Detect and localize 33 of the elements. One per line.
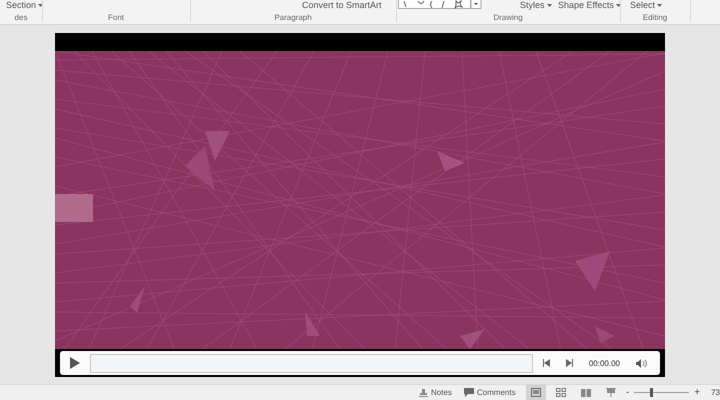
- group-label: Editing: [642, 13, 668, 23]
- progress-track[interactable]: [90, 354, 533, 372]
- caret-icon: [546, 4, 552, 8]
- step-back-icon: [542, 359, 551, 367]
- projector-icon: [606, 388, 616, 397]
- step-forward-icon: [564, 359, 573, 367]
- dropdown-button[interactable]: Section: [4, 0, 46, 11]
- comment-icon: [464, 388, 474, 397]
- play-icon: [70, 357, 80, 369]
- ribbon-button[interactable]: Convert to SmartArt: [300, 0, 384, 11]
- caret-icon: [657, 4, 662, 8]
- group-label: Drawing: [492, 13, 524, 23]
- dropdown-button[interactable]: Select: [628, 0, 664, 11]
- caret-icon: [616, 4, 621, 8]
- group-label: Font: [106, 13, 125, 23]
- dropdown-button[interactable]: Shape Effects: [556, 0, 623, 11]
- speaker-icon: [636, 358, 648, 368]
- caret-icon: [38, 4, 44, 8]
- zoom-out-button[interactable]: -: [623, 387, 632, 398]
- zoom-level: 73: [711, 388, 720, 397]
- notes-button[interactable]: Notes: [414, 388, 457, 397]
- time-readout: 00:00.00: [588, 358, 620, 368]
- dropdown-button[interactable]: Styles: [518, 0, 554, 11]
- view-button[interactable]: [526, 385, 546, 400]
- book-icon: [580, 388, 591, 397]
- group-label: Paragraph: [273, 13, 313, 23]
- normal-view-icon: [530, 388, 541, 397]
- notes-icon: [419, 388, 428, 396]
- zoom-in-button[interactable]: +: [691, 387, 704, 398]
- shapes-gallery[interactable]: [398, 0, 482, 9]
- comments-button[interactable]: Comments: [458, 388, 521, 397]
- grid-icon: [556, 388, 566, 397]
- group-label: des: [14, 13, 28, 23]
